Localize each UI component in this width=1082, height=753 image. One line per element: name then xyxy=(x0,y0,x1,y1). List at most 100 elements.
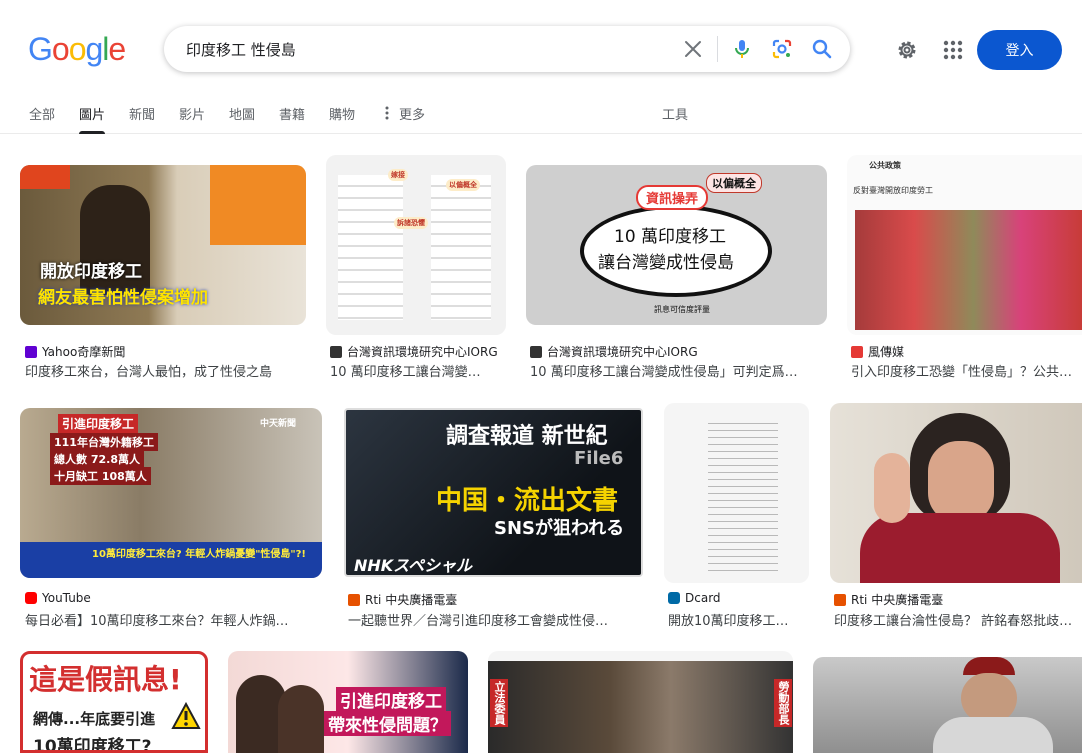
result-thumbnail[interactable]: 引進印度移工 111年台灣外籍移工 總人數 72.8萬人 十月缺工 108萬人 … xyxy=(20,408,322,578)
search-icon[interactable] xyxy=(810,37,834,61)
result-thumbnail[interactable]: 公共政策 反對臺灣開放印度勞工 xyxy=(847,155,1082,335)
tools-button[interactable]: 工具 xyxy=(662,104,688,134)
result-source: 台灣資訊環境研究中心IORG xyxy=(330,343,498,360)
clear-icon[interactable] xyxy=(681,37,705,61)
result-source: Yahoo奇摩新聞 xyxy=(25,343,125,360)
result-thumbnail[interactable] xyxy=(813,657,1082,753)
lens-icon[interactable] xyxy=(770,37,794,61)
storm-favicon-icon xyxy=(851,345,863,358)
text-column xyxy=(338,175,403,320)
search-divider xyxy=(717,36,718,62)
logo-letter: o xyxy=(68,31,87,67)
apps-icon[interactable] xyxy=(942,39,964,61)
article-heading: 反對臺灣開放印度勞工 xyxy=(853,186,933,195)
news-banner: 引進印度移工 xyxy=(58,414,139,433)
site-label: 公共政策 xyxy=(869,161,901,170)
result-thumbnail[interactable]: 立法委員 勞動部長 xyxy=(488,651,793,753)
search-box: 印度移工 性侵島 xyxy=(164,26,850,72)
tab-videos[interactable]: 影片 xyxy=(179,104,205,134)
iorg-favicon-icon xyxy=(530,345,542,358)
youtube-favicon-icon xyxy=(25,592,37,604)
tab-images[interactable]: 圖片 xyxy=(79,104,106,134)
result-title[interactable]: 一起聽世界／台灣引進印度移工會變成性侵… xyxy=(348,610,640,629)
person-figure xyxy=(278,685,324,753)
iorg-favicon-icon xyxy=(330,345,342,358)
result-thumbnail[interactable]: 引進印度移工 帶來性侵問題？ xyxy=(228,651,468,753)
news-stat: 總人數 72.8萬人 xyxy=(50,450,144,468)
label-tag: 資訊操弄 xyxy=(636,185,709,210)
result-title[interactable]: 每日必看】10萬印度移工來台？年輕人炸鍋… xyxy=(25,610,321,629)
yahoo-favicon-icon xyxy=(25,345,37,358)
program-subtitle: SNSが狙われる xyxy=(494,518,625,539)
rti-favicon-icon xyxy=(348,593,360,606)
warning-title: 這是假訊息! xyxy=(29,663,182,696)
hearing-photo xyxy=(488,661,793,753)
program-headline: 中国・流出文書 xyxy=(436,486,619,516)
result-title[interactable]: 印度移工來台，台灣人最怕，成了性侵之島 xyxy=(25,361,305,380)
tab-maps[interactable]: 地圖 xyxy=(229,104,255,134)
result-source: Dcard xyxy=(668,591,721,605)
tab-books[interactable]: 書籍 xyxy=(279,104,305,134)
result-thumbnail[interactable]: 調査報道 新世紀 File6 中国・流出文書 SNSが狙われる NHKスペシャル xyxy=(344,408,643,577)
logo-letter: e xyxy=(108,31,126,67)
person-face xyxy=(961,673,1017,723)
bubble-text: 10 萬印度移工 xyxy=(614,227,727,247)
channel-badge xyxy=(20,165,70,189)
result-thumbnail[interactable] xyxy=(830,403,1082,583)
program-episode: File6 xyxy=(574,448,624,469)
result-title[interactable]: 10 萬印度移工讓台灣變成性侵島」可判定爲… xyxy=(530,361,826,380)
warning-text: 網傳...年底要引進 xyxy=(33,710,156,728)
tab-shopping[interactable]: 購物 xyxy=(329,104,355,134)
result-thumbnail[interactable]: 這是假訊息! 網傳...年底要引進 10萬印度移工? xyxy=(20,651,208,753)
source-name: Rti 中央廣播電臺 xyxy=(851,593,944,607)
result-thumbnail[interactable] xyxy=(664,403,809,583)
tab-more[interactable]: 更多 xyxy=(399,104,425,134)
source-name: Rti 中央廣播電臺 xyxy=(365,593,458,607)
text-column xyxy=(431,175,491,320)
result-title[interactable]: 10 萬印度移工讓台灣變… xyxy=(330,361,505,380)
logo-letter: G xyxy=(28,31,53,67)
caption-tag: 勞動部長 xyxy=(774,679,792,727)
search-input[interactable]: 印度移工 性侵島 xyxy=(186,39,296,60)
source-name: 台灣資訊環境研究中心IORG xyxy=(347,345,498,359)
tab-all[interactable]: 全部 xyxy=(29,104,55,134)
person-jacket xyxy=(860,513,1060,583)
settings-icon[interactable] xyxy=(895,38,919,62)
label-tag: 以偏概全 xyxy=(706,173,762,193)
thumb-overlay-text: 帶來性侵問題？ xyxy=(324,711,451,736)
screenshot-text-lines xyxy=(708,417,778,577)
person-shirt xyxy=(933,717,1053,753)
tab-news[interactable]: 新聞 xyxy=(129,104,155,134)
warning-icon xyxy=(171,702,201,729)
result-thumbnail[interactable]: 嫁接 以偏概全 訴諸恐懼 xyxy=(326,155,506,335)
result-thumbnail[interactable]: 開放印度移工 網友最害怕性侵案增加 xyxy=(20,165,306,325)
dcard-favicon-icon xyxy=(668,592,680,604)
thumb-overlay-text: 引進印度移工 xyxy=(336,687,446,712)
result-title[interactable]: 引入印度移工恐變「性侵島」？公共… xyxy=(851,361,1082,380)
result-source: 風傳媒 xyxy=(851,343,904,360)
person-hand xyxy=(874,453,910,523)
program-title: 調査報道 新世紀 xyxy=(446,424,608,449)
news-stat: 十月缺工 108萬人 xyxy=(50,467,151,485)
channel-logo: 中天新聞 xyxy=(260,419,297,429)
source-name: YouTube xyxy=(42,591,91,605)
label-tag: 以偏概全 xyxy=(446,179,480,191)
thumb-overlay-text: 網友最害怕性侵案增加 xyxy=(38,288,208,308)
source-name: 台灣資訊環境研究中心IORG xyxy=(547,345,698,359)
thumb-overlay-text: 開放印度移工 xyxy=(40,262,142,282)
source-name: Yahoo奇摩新聞 xyxy=(42,345,126,359)
news-stat: 111年台灣外籍移工 xyxy=(50,433,158,451)
header: Google 印度移工 性侵島 登入 xyxy=(0,0,1082,98)
result-title[interactable]: 開放10萬印度移工… xyxy=(668,610,808,629)
result-title[interactable]: 印度移工讓台淪性侵島？ 許銘春怒批歧… xyxy=(834,610,1082,629)
google-logo[interactable]: Google xyxy=(28,31,126,68)
source-name: Dcard xyxy=(685,591,721,605)
result-source: Rti 中央廣播電臺 xyxy=(348,591,457,608)
bubble-text: 讓台灣變成性侵島 xyxy=(598,253,734,273)
result-thumbnail[interactable]: 以偏概全 資訊操弄 10 萬印度移工 讓台灣變成性侵島 訊息可信度評量 xyxy=(526,165,827,325)
caption-tag: 立法委員 xyxy=(490,679,508,727)
more-vert-icon[interactable] xyxy=(384,106,390,120)
login-button[interactable]: 登入 xyxy=(977,30,1062,70)
result-source: Rti 中央廣播電臺 xyxy=(834,591,943,608)
mic-icon[interactable] xyxy=(730,37,754,61)
